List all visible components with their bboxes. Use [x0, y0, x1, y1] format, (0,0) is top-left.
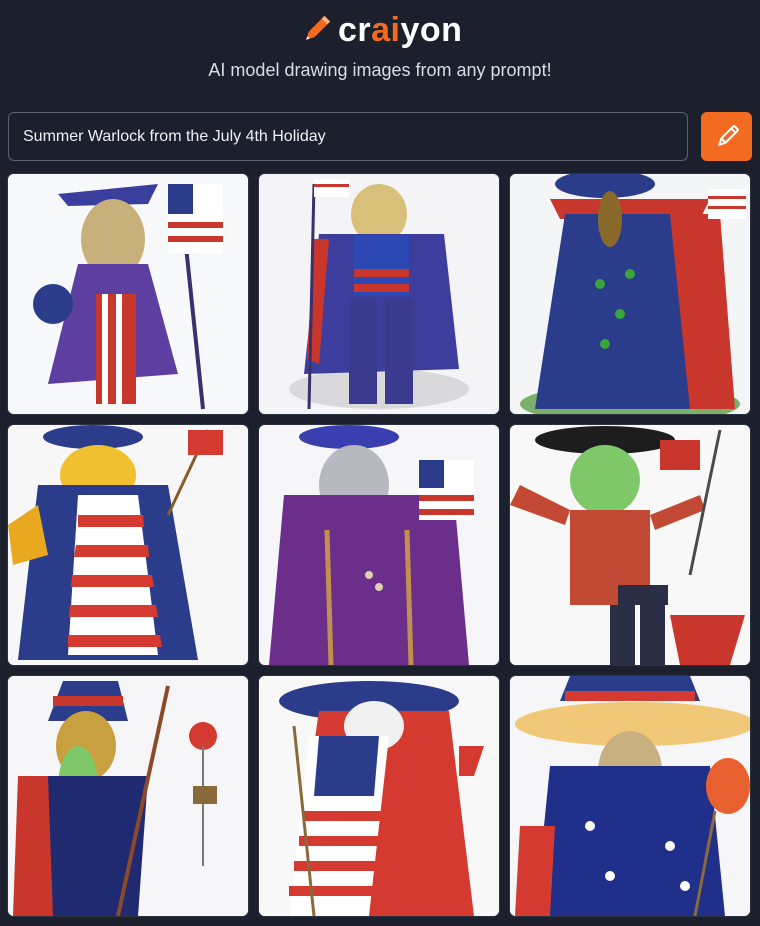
generated-image[interactable] [510, 174, 750, 414]
generated-image[interactable] [259, 425, 499, 665]
prompt-input[interactable] [21, 126, 687, 147]
generated-image[interactable] [510, 425, 750, 665]
generated-image[interactable] [8, 425, 248, 665]
generated-image[interactable] [8, 174, 248, 414]
generated-image[interactable] [259, 676, 499, 916]
craiyon-logo[interactable]: craiyon [298, 10, 462, 50]
pencil-icon [306, 15, 331, 40]
generated-image[interactable] [8, 676, 248, 916]
draw-button[interactable] [701, 112, 752, 161]
header: craiyon AI model drawing images from any… [0, 0, 760, 100]
brand-name: craiyon [338, 11, 463, 49]
prompt-field[interactable] [8, 112, 688, 161]
pencil-icon [717, 124, 739, 146]
generated-image[interactable] [259, 174, 499, 414]
tagline: AI model drawing images from any prompt! [208, 60, 552, 80]
image-grid [8, 174, 752, 918]
generated-image[interactable] [510, 676, 750, 916]
